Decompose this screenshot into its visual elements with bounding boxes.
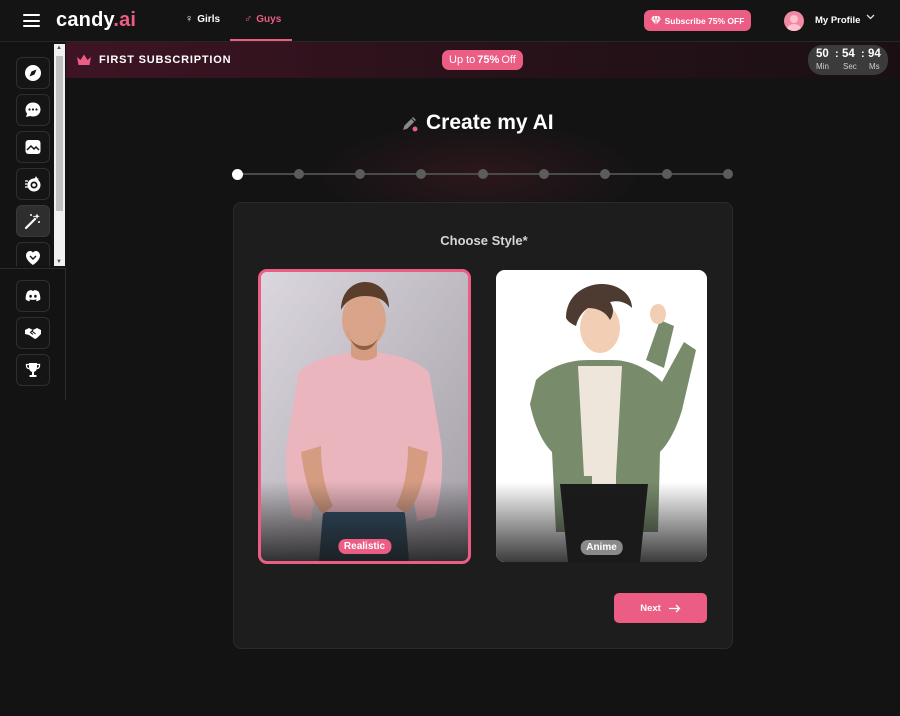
timer-minutes: 50 (816, 48, 829, 60)
sidebar-item-leaderboard[interactable] (16, 354, 50, 386)
sidebar: ▲ ▼ (0, 42, 66, 402)
step-dot-7[interactable] (600, 169, 610, 179)
page-title: Create my AI (400, 111, 554, 135)
scroll-up-icon[interactable]: ▲ (56, 45, 62, 51)
sidebar-item-my-ai[interactable] (16, 242, 50, 266)
style-selection-card: Choose Style* Realistic Anime Next (233, 202, 733, 649)
scrollbar-thumb[interactable] (56, 56, 63, 211)
style-label-realistic: Realistic (337, 539, 392, 554)
style-option-anime[interactable]: Anime (496, 270, 707, 562)
sidebar-item-affiliate[interactable] (16, 317, 50, 349)
discount-suffix: Off (501, 54, 516, 66)
sidebar-item-explore[interactable] (16, 57, 50, 89)
crown-icon (77, 54, 91, 65)
timer-seconds-label: Sec (843, 62, 857, 71)
step-dot-8[interactable] (662, 169, 672, 179)
tab-girls-label: Girls (197, 13, 221, 25)
sidebar-divider (0, 268, 66, 269)
discord-icon (25, 290, 41, 302)
progress-stepper (232, 167, 734, 181)
sidebar-item-chat[interactable] (16, 94, 50, 126)
next-label: Next (640, 602, 661, 614)
scroll-down-icon[interactable]: ▼ (56, 259, 62, 265)
avatar[interactable] (784, 11, 804, 31)
sidebar-item-gallery[interactable] (16, 131, 50, 163)
trophy-icon (25, 363, 41, 377)
style-label-anime: Anime (580, 540, 623, 555)
logo[interactable]: candy.ai (56, 9, 136, 32)
heart-icon (26, 251, 40, 265)
compass-icon (25, 65, 41, 81)
promo-title: FIRST SUBSCRIPTION (99, 54, 232, 66)
timer-separator: : (861, 48, 865, 60)
chevron-down-icon[interactable] (866, 12, 875, 24)
edit-brush-icon (403, 116, 418, 131)
step-dot-2[interactable] (294, 169, 304, 179)
subscribe-label: Subscribe 75% OFF (664, 15, 745, 26)
tab-girls[interactable]: ♀ Girls (185, 13, 220, 25)
next-button[interactable]: Next (614, 593, 707, 623)
timer-ms-label: Ms (869, 62, 880, 71)
sidebar-item-generate-image[interactable] (16, 168, 50, 200)
my-profile-link[interactable]: My Profile (815, 15, 860, 26)
tab-guys-label: Guys (256, 13, 282, 25)
timer-seconds: 54 (842, 48, 855, 60)
timer-separator: : (835, 48, 839, 60)
sidebar-border (65, 268, 66, 400)
discount-prefix: Up to (449, 54, 476, 66)
style-option-realistic[interactable]: Realistic (258, 269, 471, 564)
active-tab-indicator (230, 39, 292, 41)
promo-banner: FIRST SUBSCRIPTION Up to 75% Off 50 : 54… (66, 42, 900, 78)
step-dot-4[interactable] (416, 169, 426, 179)
arrow-right-icon (668, 604, 681, 612)
chat-bubble-icon (25, 102, 41, 117)
discount-value: 75% (477, 54, 500, 66)
top-bar: candy.ai ♀ Girls ♂ Guys Subscribe 75% OF… (0, 0, 900, 42)
step-dot-3[interactable] (355, 169, 365, 179)
countdown-timer: 50 : 54 : 94 Min Sec Ms (808, 45, 888, 75)
step-dot-5[interactable] (478, 169, 488, 179)
menu-icon[interactable] (23, 14, 40, 27)
timer-minutes-label: Min (816, 62, 829, 71)
timer-ms: 94 (868, 48, 881, 60)
subscribe-button[interactable]: Subscribe 75% OFF (644, 10, 751, 31)
tab-guys[interactable]: ♂ Guys (244, 13, 281, 25)
handshake-icon (25, 328, 41, 339)
diamond-icon (650, 16, 661, 25)
sidebar-item-discord[interactable] (16, 280, 50, 312)
camera-icon (25, 176, 41, 192)
sidebar-scroll-area: ▲ ▼ (0, 42, 66, 266)
image-icon (25, 140, 41, 154)
magic-wand-icon (24, 213, 40, 230)
female-icon: ♀ (185, 13, 194, 25)
step-dot-6[interactable] (539, 169, 549, 179)
male-icon: ♂ (244, 13, 253, 25)
step-dot-1[interactable] (232, 168, 243, 180)
sidebar-item-create-character[interactable] (16, 205, 50, 237)
page-title-text: Create my AI (426, 111, 554, 134)
section-title: Choose Style* (440, 233, 528, 248)
discount-pill[interactable]: Up to 75% Off (442, 50, 523, 70)
step-dot-9[interactable] (723, 169, 733, 179)
sidebar-scrollbar[interactable]: ▲ ▼ (54, 44, 65, 266)
